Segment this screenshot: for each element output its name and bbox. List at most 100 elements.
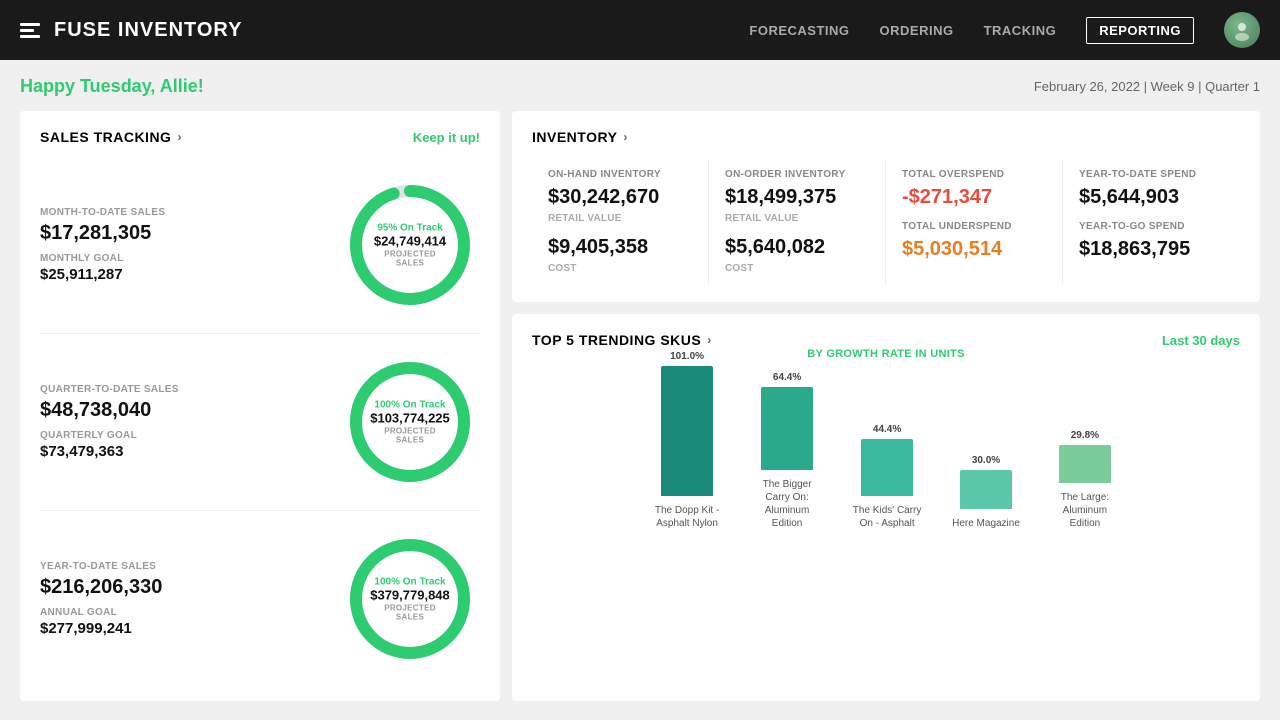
donut-sub-0: PROJECTED SALES	[374, 249, 446, 267]
sales-goal-value-1: $73,479,363	[40, 443, 340, 460]
inv-label-3: YEAR-TO-DATE SPEND	[1079, 169, 1224, 180]
inv-value2-3: $18,863,795	[1079, 238, 1224, 261]
inv-cell-3: YEAR-TO-DATE SPEND $5,644,903 YEAR-TO-GO…	[1063, 159, 1240, 284]
bar-4	[1059, 445, 1111, 483]
user-avatar[interactable]	[1224, 12, 1260, 48]
sales-text-0: MONTH-TO-DATE SALES $17,281,305 MONTHLY …	[40, 207, 340, 283]
bar-2	[861, 439, 913, 496]
donut-label-1: 100% On Track $103,774,225 PROJECTED SAL…	[370, 400, 450, 445]
sales-row-1: QUARTER-TO-DATE SALES $48,738,040 QUARTE…	[40, 334, 480, 511]
right-panels: INVENTORY › ON-HAND INVENTORY $30,242,67…	[512, 111, 1260, 701]
logo-line-2	[20, 29, 34, 32]
donut-amount-0: $24,749,414	[374, 234, 446, 250]
inv-value2-2: $5,030,514	[902, 238, 1046, 261]
donut-sub-1: PROJECTED SALES	[370, 426, 450, 444]
sales-rows: MONTH-TO-DATE SALES $17,281,305 MONTHLY …	[40, 157, 480, 687]
inventory-panel-header: INVENTORY ›	[532, 129, 1240, 145]
bar-pct-3: 30.0%	[972, 455, 1000, 466]
donut-sub-2: PROJECTED SALES	[370, 603, 450, 621]
sales-period-value-2: $216,206,330	[40, 576, 340, 599]
trending-filter[interactable]: Last 30 days	[1162, 333, 1240, 348]
nav-reporting[interactable]: REPORTING	[1086, 17, 1194, 44]
app-title: FUSE INVENTORY	[54, 19, 242, 42]
header-left: FUSE INVENTORY	[20, 19, 242, 42]
sales-panel-header: SALES TRACKING › Keep it up!	[40, 129, 480, 145]
sales-period-label-1: QUARTER-TO-DATE SALES	[40, 384, 340, 395]
donut-percent-1: 100% On Track	[370, 400, 450, 411]
bar-col-1: 64.4% The Bigger Carry On: Aluminum Edit…	[752, 372, 822, 530]
date-info: February 26, 2022 | Week 9 | Quarter 1	[1034, 79, 1260, 94]
bar-label-2: The Kids' Carry On - Asphalt	[852, 504, 922, 530]
inv-value-1: $18,499,375	[725, 186, 869, 209]
bar-pct-2: 44.4%	[873, 424, 901, 435]
sales-text-1: QUARTER-TO-DATE SALES $48,738,040 QUARTE…	[40, 384, 340, 460]
inv-second-2: TOTAL UNDERSPEND $5,030,514	[902, 221, 1046, 261]
bar-label-3: Here Magazine	[952, 517, 1020, 530]
donut-label-2: 100% On Track $379,779,848 PROJECTED SAL…	[370, 577, 450, 622]
bar-label-0: The Dopp Kit - Asphalt Nylon	[652, 504, 722, 530]
sales-goal-label-0: MONTHLY GOAL	[40, 253, 340, 264]
donut-percent-2: 100% On Track	[370, 577, 450, 588]
sales-period-label-2: YEAR-TO-DATE SALES	[40, 561, 340, 572]
sales-row-2: YEAR-TO-DATE SALES $216,206,330 ANNUAL G…	[40, 511, 480, 687]
logo-line-1	[20, 23, 40, 26]
panels: SALES TRACKING › Keep it up! MONTH-TO-DA…	[20, 111, 1260, 701]
trending-title: TOP 5 TRENDING SKUS ›	[532, 332, 712, 348]
inv-cell-1: ON-ORDER INVENTORY $18,499,375 RETAIL VA…	[709, 159, 886, 284]
bar-col-2: 44.4% The Kids' Carry On - Asphalt	[852, 424, 922, 530]
greeting-bar: Happy Tuesday, Allie! February 26, 2022 …	[20, 76, 1260, 97]
sales-chevron-icon: ›	[177, 130, 182, 144]
inventory-panel-title: INVENTORY ›	[532, 129, 628, 145]
donut-0: 95% On Track $24,749,414 PROJECTED SALES	[340, 175, 480, 315]
inv-cell-0: ON-HAND INVENTORY $30,242,670 RETAIL VAL…	[532, 159, 709, 284]
sales-period-value-0: $17,281,305	[40, 222, 340, 245]
donut-label-0: 95% On Track $24,749,414 PROJECTED SALES	[374, 223, 446, 268]
inv-sub-1: RETAIL VALUE	[725, 213, 869, 224]
logo-icon	[20, 23, 40, 38]
bar-0	[661, 366, 713, 496]
sales-goal-value-2: $277,999,241	[40, 620, 340, 637]
nav-ordering[interactable]: ORDERING	[880, 23, 954, 38]
inv-label-2: TOTAL OVERSPEND	[902, 169, 1046, 180]
bar-col-4: 29.8% The Large: Aluminum Edition	[1050, 430, 1120, 530]
inv-label-1: ON-ORDER INVENTORY	[725, 169, 869, 180]
inv-label2-2: TOTAL UNDERSPEND	[902, 221, 1046, 232]
nav-tracking[interactable]: TRACKING	[984, 23, 1057, 38]
header: FUSE INVENTORY FORECASTING ORDERING TRAC…	[0, 0, 1280, 60]
bar-1	[761, 387, 813, 470]
inv-value-2: -$271,347	[902, 186, 1046, 209]
donut-1: 100% On Track $103,774,225 PROJECTED SAL…	[340, 352, 480, 492]
trending-chevron-icon: ›	[707, 333, 712, 347]
inv-label-0: ON-HAND INVENTORY	[548, 169, 692, 180]
bar-col-3: 30.0% Here Magazine	[952, 455, 1020, 530]
donut-2: 100% On Track $379,779,848 PROJECTED SAL…	[340, 529, 480, 669]
bar-3	[960, 470, 1012, 509]
sales-keep-it-up[interactable]: Keep it up!	[413, 130, 480, 145]
bar-col-0: 101.0% The Dopp Kit - Asphalt Nylon	[652, 351, 722, 530]
inv-sub2-0: COST	[548, 263, 692, 274]
inventory-grid: ON-HAND INVENTORY $30,242,670 RETAIL VAL…	[532, 159, 1240, 284]
inv-label2-3: YEAR-TO-GO SPEND	[1079, 221, 1224, 232]
nav-forecasting[interactable]: FORECASTING	[749, 23, 849, 38]
donut-amount-1: $103,774,225	[370, 411, 450, 427]
inv-sub-0: RETAIL VALUE	[548, 213, 692, 224]
sales-text-2: YEAR-TO-DATE SALES $216,206,330 ANNUAL G…	[40, 561, 340, 637]
inv-sub2-1: COST	[725, 263, 869, 274]
sales-goal-value-0: $25,911,287	[40, 266, 340, 283]
sales-period-label-0: MONTH-TO-DATE SALES	[40, 207, 340, 218]
inv-second-0: $9,405,358 COST	[548, 236, 692, 274]
sales-row-0: MONTH-TO-DATE SALES $17,281,305 MONTHLY …	[40, 157, 480, 334]
sales-goal-label-1: QUARTERLY GOAL	[40, 430, 340, 441]
inv-second-1: $5,640,082 COST	[725, 236, 869, 274]
bar-pct-0: 101.0%	[670, 351, 704, 362]
sales-panel-title: SALES TRACKING ›	[40, 129, 182, 145]
trending-subtitle: BY GROWTH RATE IN UNITS	[532, 348, 1240, 360]
bar-label-1: The Bigger Carry On: Aluminum Edition	[752, 478, 822, 530]
sales-goal-label-2: ANNUAL GOAL	[40, 607, 340, 618]
inv-value-0: $30,242,670	[548, 186, 692, 209]
sales-period-value-1: $48,738,040	[40, 399, 340, 422]
header-nav: FORECASTING ORDERING TRACKING REPORTING	[749, 12, 1260, 48]
inventory-chevron-icon: ›	[623, 130, 628, 144]
avatar-image	[1224, 12, 1260, 48]
bar-chart: 101.0% The Dopp Kit - Asphalt Nylon 64.4…	[532, 370, 1240, 530]
